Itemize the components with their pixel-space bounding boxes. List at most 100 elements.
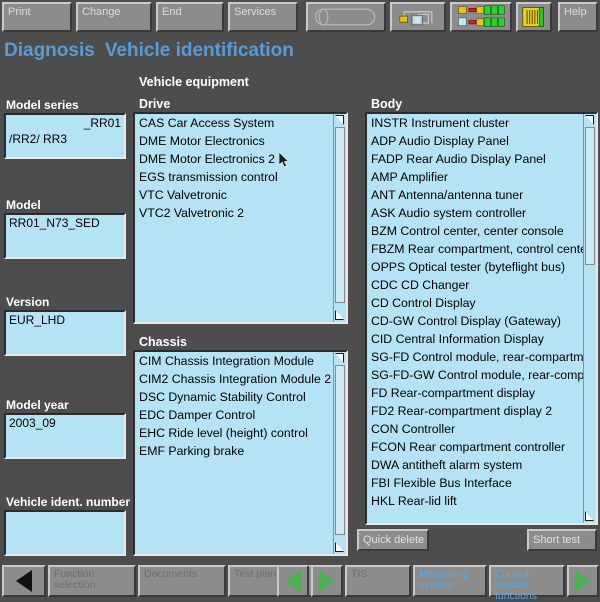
list-item[interactable]: VTC Valvetronic [135,186,333,204]
list-item[interactable]: EHC Ride level (height) control [135,424,333,442]
module-status-icon-button[interactable] [450,2,512,32]
scrollbar-thumb[interactable] [585,127,595,265]
list-item[interactable]: EMF Parking brake [135,442,333,460]
quick-delete-button[interactable]: Quick delete [357,529,429,551]
network-connection-icon [399,11,433,26]
network-connection-icon-button[interactable] [390,2,446,32]
list-item[interactable]: CD-GW Control Display (Gateway) [367,312,583,330]
list-item[interactable]: ASK Audio system controller [367,204,583,222]
list-item[interactable]: AMP Amplifier [367,168,583,186]
chassis-list-scrollbar[interactable] [333,352,346,554]
forward-arrow-icon [575,570,591,592]
module-status-bars-icon [458,5,505,27]
list-item[interactable]: FD2 Rear-compartment display 2 [367,402,583,420]
connector-icon [522,7,544,27]
chassis-list-items: CIM Chassis Integration Module CIM2 Chas… [135,352,333,554]
list-item[interactable]: ANT Antenna/antenna tuner [367,186,583,204]
list-item[interactable]: HKL Rear-lid lift [367,492,583,510]
scroll-down-arrow-icon[interactable] [584,510,596,523]
list-item[interactable]: FBZM Rear compartment, control center, c… [367,240,583,258]
scroll-up-arrow-icon[interactable] [334,114,346,127]
version-value: EUR_LHD [9,313,66,327]
scrollbar-thumb[interactable] [335,127,345,303]
version-field[interactable]: EUR_LHD [4,310,126,356]
scroll-up-arrow-icon[interactable] [584,114,596,127]
model-series-value-right: _RR01 [83,116,121,130]
list-item[interactable]: DME Motor Electronics [135,132,333,150]
list-item[interactable]: SG-FD-GW Control module, rear-compart [367,366,583,384]
list-item[interactable]: CDC CD Changer [367,276,583,294]
list-item[interactable]: DWA antitheft alarm system [367,456,583,474]
control-module-functions-button[interactable]: Control-module functions [489,565,565,602]
breadcrumb: Diagnosis Vehicle identification [4,40,294,64]
capsule-icon [315,8,376,26]
scroll-down-arrow-icon[interactable] [334,541,346,554]
list-item[interactable]: CON Controller [367,420,583,438]
model-value: RR01_N73_SED [9,216,100,230]
list-item[interactable]: FBI Flexible Bus Interface [367,474,583,492]
model-series-field[interactable]: _RR01 /RR2/ RR3 [4,113,126,159]
model-series-label: Model series [6,98,79,112]
scrollbar-track[interactable] [334,365,346,541]
body-list[interactable]: INSTR Instrument cluster ADP Audio Displ… [365,112,598,525]
body-list-scrollbar[interactable] [583,114,596,523]
scrollbar-track[interactable] [584,127,596,510]
breadcrumb-vehicle-identification: Vehicle identification [104,40,294,61]
back-arrow-icon [16,570,32,592]
measuring-system-button[interactable]: Measuring system [413,565,487,597]
connector-icon-button[interactable] [516,2,552,32]
list-item[interactable]: CAS Car Access System [135,114,333,132]
top-toolbar: Print Change End Services Help [0,0,600,36]
list-item[interactable]: EGS transmission control [135,168,333,186]
list-item[interactable]: BZM Control center, center console [367,222,583,240]
list-item[interactable]: FCON Rear compartment controller [367,438,583,456]
list-item[interactable]: FD Rear-compartment display [367,384,583,402]
list-item[interactable]: OPPS Optical tester (byteflight bus) [367,258,583,276]
short-test-button[interactable]: Short test [527,529,597,551]
list-item[interactable]: EDC Damper Control [135,406,333,424]
prev-arrow-button[interactable] [277,565,309,597]
list-item[interactable]: FADP Rear Audio Display Panel [367,150,583,168]
scrollbar-thumb[interactable] [335,365,345,535]
forward-arrow-button[interactable] [567,565,599,597]
list-item[interactable]: CID Central Information Display [367,330,583,348]
function-selection-button[interactable]: Function selection [48,565,136,597]
list-item[interactable]: CD Control Display [367,294,583,312]
drive-list-items: CAS Car Access System DME Motor Electron… [135,114,333,322]
drive-list-scrollbar[interactable] [333,114,346,322]
help-button[interactable]: Help [558,2,598,32]
breadcrumb-diagnosis: Diagnosis [4,40,95,61]
end-button[interactable]: End [156,2,224,32]
next-arrow-button[interactable] [311,565,343,597]
drive-list[interactable]: CAS Car Access System DME Motor Electron… [133,112,348,324]
list-item[interactable]: SG-FD Control module, rear-compartment [367,348,583,366]
documents-button[interactable]: Documents [138,565,226,597]
tis-button[interactable]: TIS [345,565,411,597]
body-list-items: INSTR Instrument cluster ADP Audio Displ… [367,114,583,523]
vehicle-ident-number-field[interactable] [4,510,126,556]
model-year-value: 2003_09 [9,416,56,430]
list-item[interactable]: DME Motor Electronics 2 [135,150,333,168]
capsule-icon-button[interactable] [306,2,386,32]
scroll-up-arrow-icon[interactable] [334,352,346,365]
chassis-list[interactable]: CIM Chassis Integration Module CIM2 Chas… [133,350,348,556]
services-button[interactable]: Services [228,2,298,32]
model-year-field[interactable]: 2003_09 [4,413,126,459]
model-label: Model [6,198,41,212]
vehicle-ident-number-value [6,512,124,513]
list-item[interactable]: INSTR Instrument cluster [367,114,583,132]
list-item[interactable]: CIM2 Chassis Integration Module 2 [135,370,333,388]
list-item[interactable]: CIM Chassis Integration Module [135,352,333,370]
back-arrow-button[interactable] [2,565,46,597]
print-button[interactable]: Print [2,2,72,32]
change-button[interactable]: Change [76,2,152,32]
model-field[interactable]: RR01_N73_SED [4,213,126,259]
scroll-down-arrow-icon[interactable] [334,309,346,322]
list-item[interactable]: ADP Audio Display Panel [367,132,583,150]
drive-list-title: Drive [139,97,171,111]
list-item[interactable]: VTC2 Valvetronic 2 [135,204,333,222]
next-arrow-icon [319,570,335,592]
list-item[interactable]: DSC Dynamic Stability Control [135,388,333,406]
bottom-nav-bar: Function selection Documents Test plan T… [0,562,600,602]
scrollbar-track[interactable] [334,127,346,309]
